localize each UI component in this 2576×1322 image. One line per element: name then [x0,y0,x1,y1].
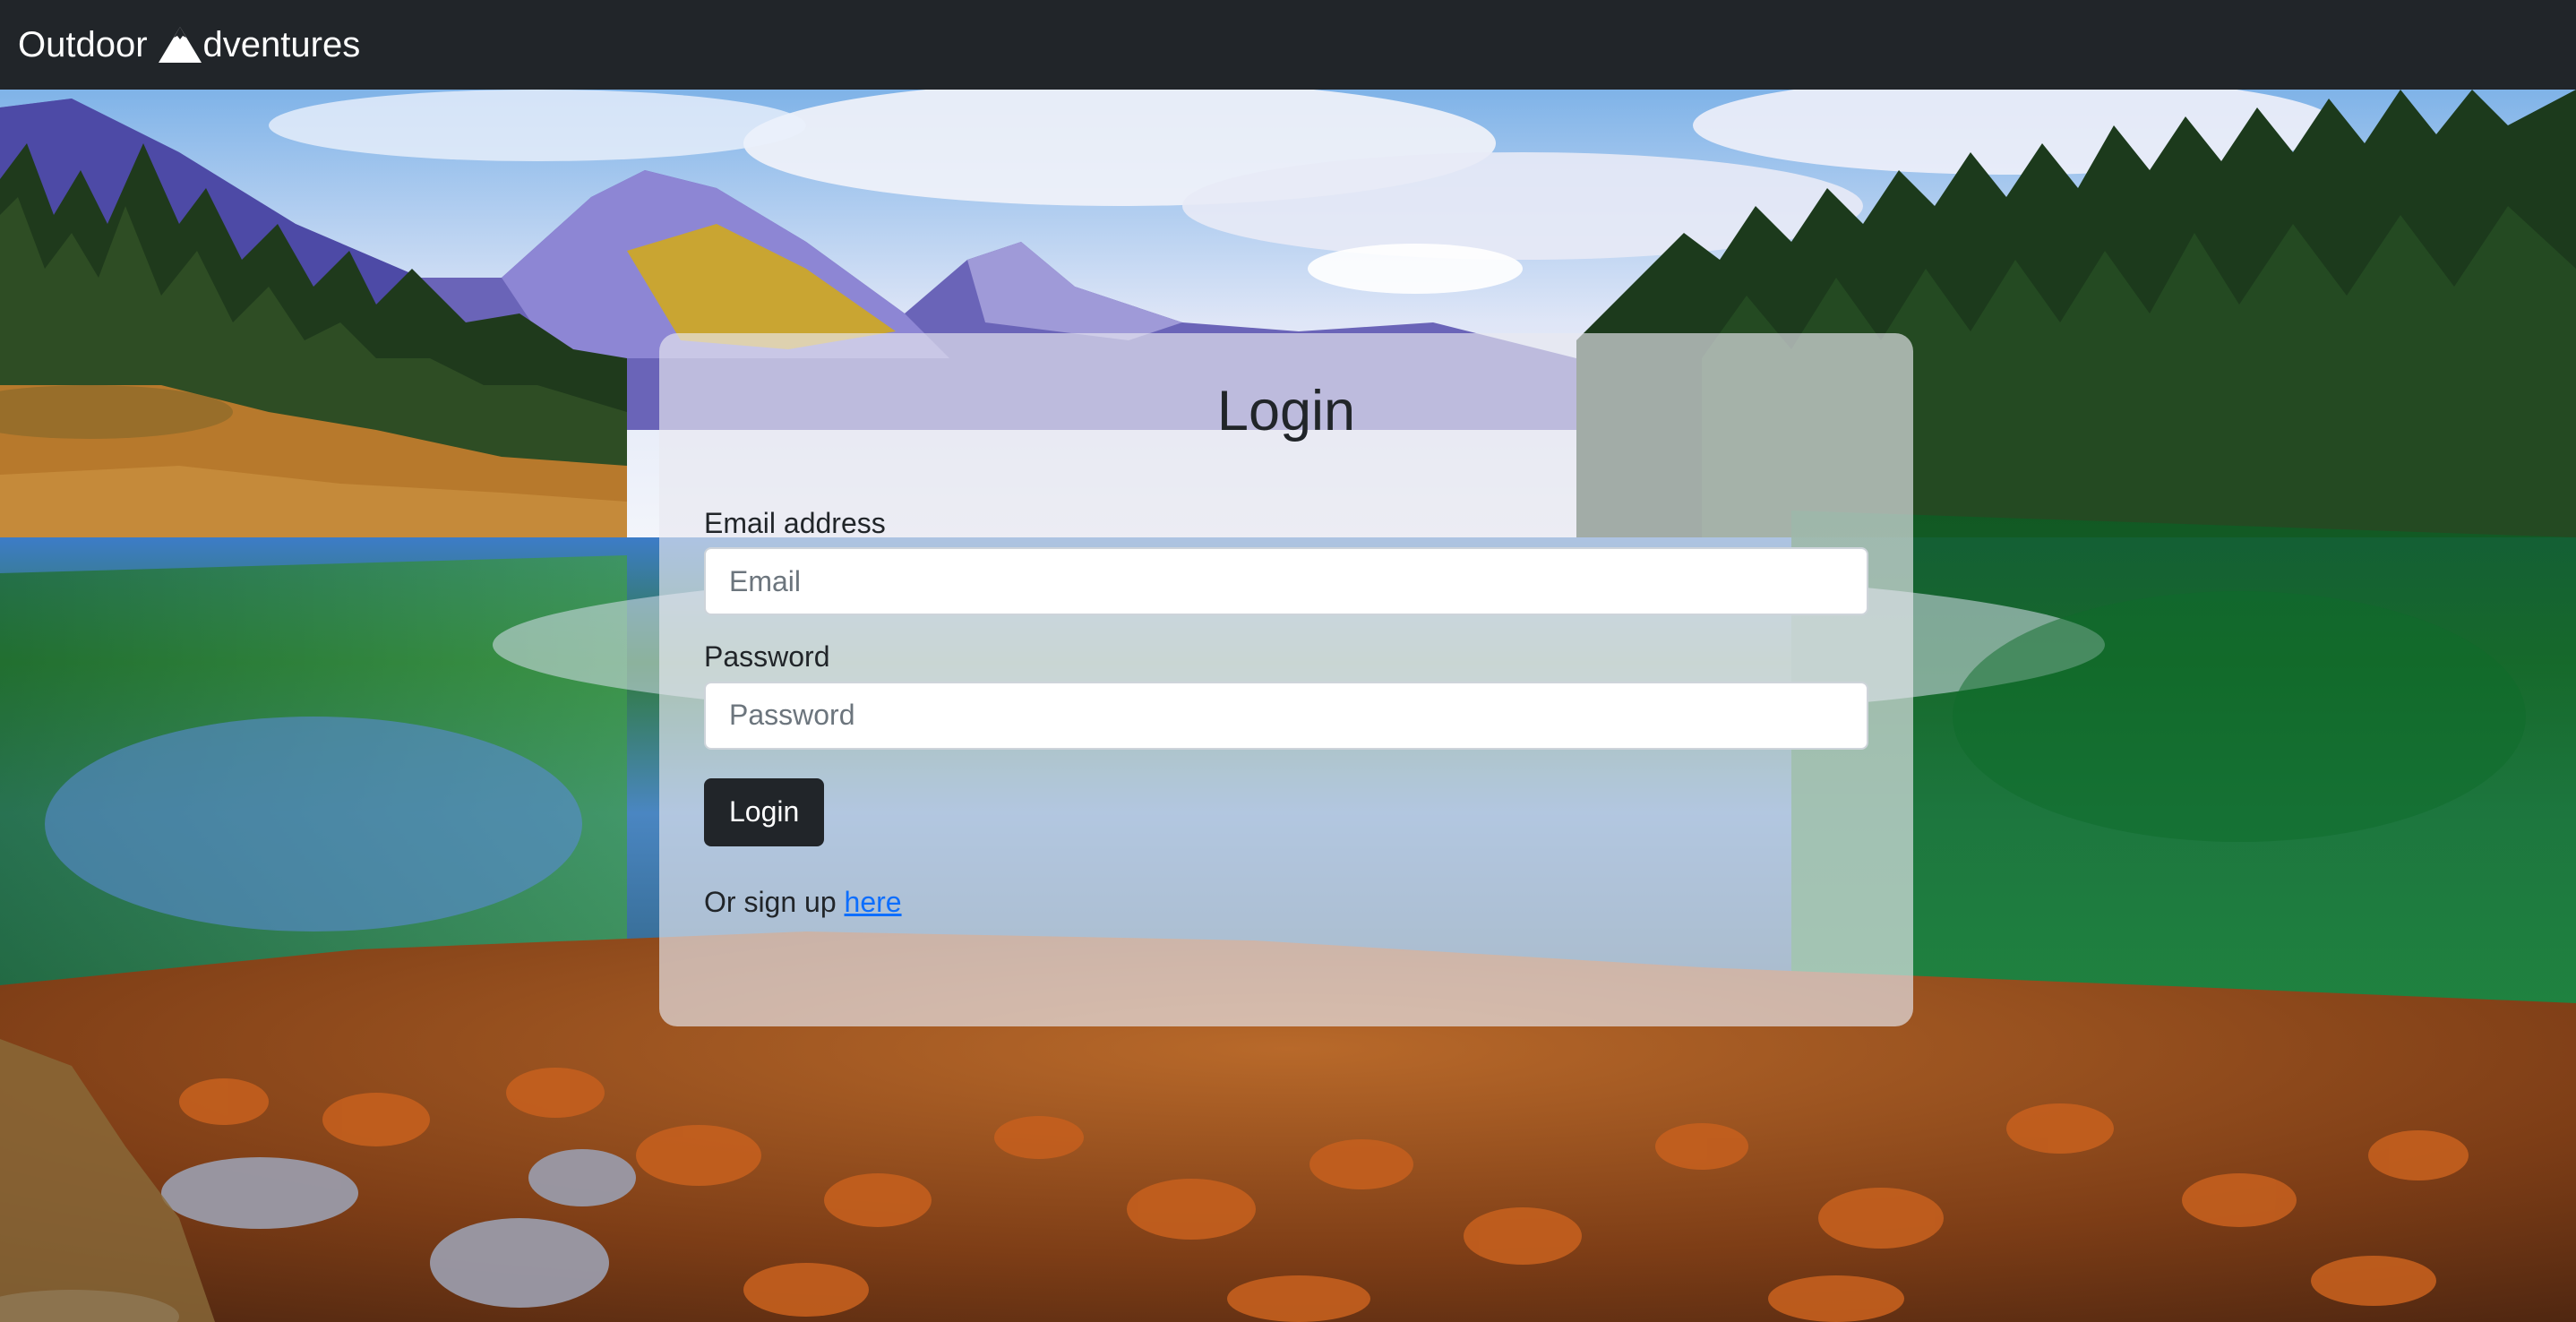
password-label: Password [704,640,830,674]
signup-text: Or sign up [704,885,845,918]
brand-link[interactable]: Outdoor dventures [18,25,360,65]
navbar: Outdoor dventures [0,0,2576,90]
mountain-icon [158,27,202,63]
login-title: Login [1216,380,1356,442]
login-card: Login Email address Password Login Or si… [659,333,1913,1026]
brand-text-start: Outdoor [18,24,148,64]
email-input[interactable] [704,547,1868,616]
login-button[interactable]: Login [704,777,825,846]
signup-prompt: Or sign up here [704,886,1868,919]
brand-text-end: dventures [202,24,361,64]
email-label: Email address [704,506,886,539]
signup-link[interactable]: here [845,886,902,918]
password-input[interactable] [704,681,1868,750]
